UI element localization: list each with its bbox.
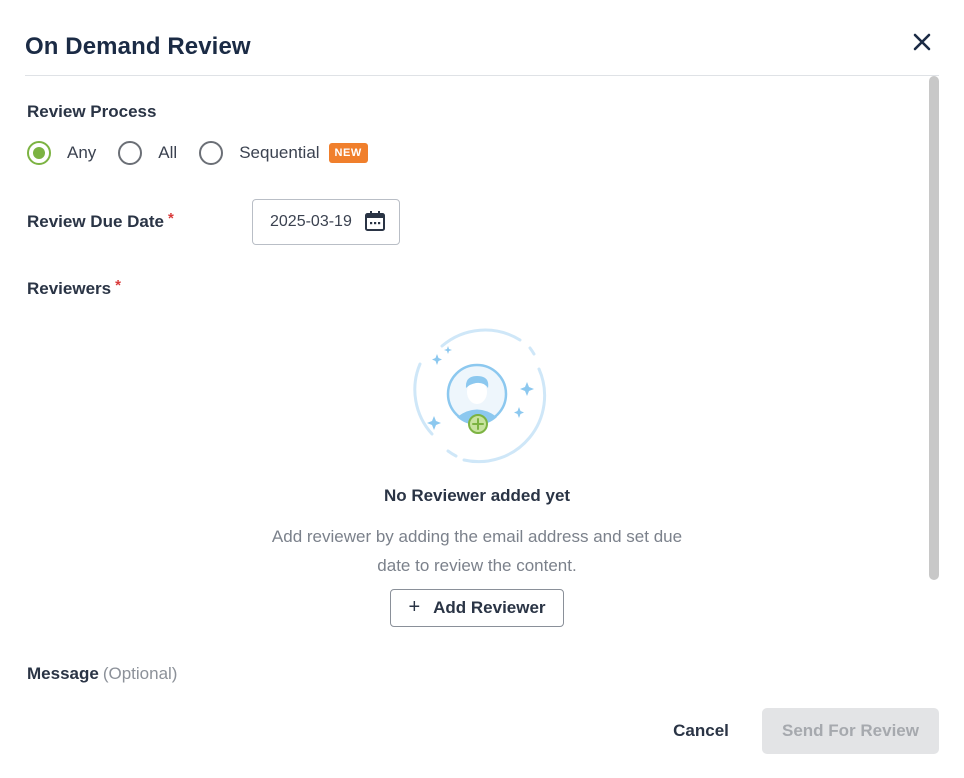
radio-any-label: Any [67, 143, 97, 162]
empty-state-title: No Reviewer added yet [383, 486, 571, 505]
required-marker: * [115, 277, 121, 294]
dialog-title: On Demand Review [25, 33, 251, 60]
plus-icon: + [408, 595, 421, 618]
cancel-button[interactable]: Cancel [660, 708, 742, 754]
close-button[interactable] [910, 30, 934, 54]
empty-state-description: Add reviewer by adding the email address… [271, 527, 683, 575]
radio-all[interactable]: All [118, 141, 177, 165]
radio-any[interactable]: Any [27, 141, 96, 165]
review-process-label: Review Process [27, 102, 157, 121]
review-due-date-value: 2025-03-19 [270, 213, 352, 230]
radio-any-circle[interactable] [27, 141, 51, 165]
dialog-header: On Demand Review [25, 28, 939, 76]
review-process-options: Any All Sequential NEW [27, 140, 390, 166]
calendar-icon[interactable] [364, 210, 386, 232]
radio-sequential-label: Sequential [239, 143, 320, 162]
review-due-date-input[interactable]: 2025-03-19 [252, 199, 400, 245]
message-label: Message (Optional) [27, 664, 177, 684]
radio-sequential-circle[interactable] [199, 141, 224, 165]
send-for-review-button[interactable]: Send For Review [762, 708, 939, 754]
new-badge: NEW [328, 143, 368, 163]
review-due-date-label: Review Due Date * [27, 210, 174, 232]
message-label-text: Message [27, 664, 99, 683]
radio-all-label: All [158, 143, 178, 162]
review-due-date-label-text: Review Due Date [27, 212, 164, 231]
required-marker: * [168, 210, 174, 227]
no-reviewer-illustration-icon [413, 328, 547, 464]
dialog-content: Review Process Any All Sequential NEW Re… [0, 76, 925, 684]
close-icon [913, 33, 931, 51]
scrollbar-thumb[interactable] [929, 76, 939, 580]
dialog-footer: Cancel Send For Review [0, 684, 964, 778]
reviewers-label-text: Reviewers [27, 279, 112, 298]
on-demand-review-dialog: On Demand Review Review Process Any All … [0, 0, 964, 778]
radio-all-circle[interactable] [118, 141, 143, 165]
message-optional-text: (Optional) [102, 664, 178, 683]
reviewers-label: Reviewers * [27, 277, 121, 299]
add-reviewer-button[interactable]: + Add Reviewer [390, 589, 564, 627]
radio-sequential[interactable]: Sequential NEW [199, 141, 368, 165]
add-reviewer-label: Add Reviewer [433, 598, 546, 617]
